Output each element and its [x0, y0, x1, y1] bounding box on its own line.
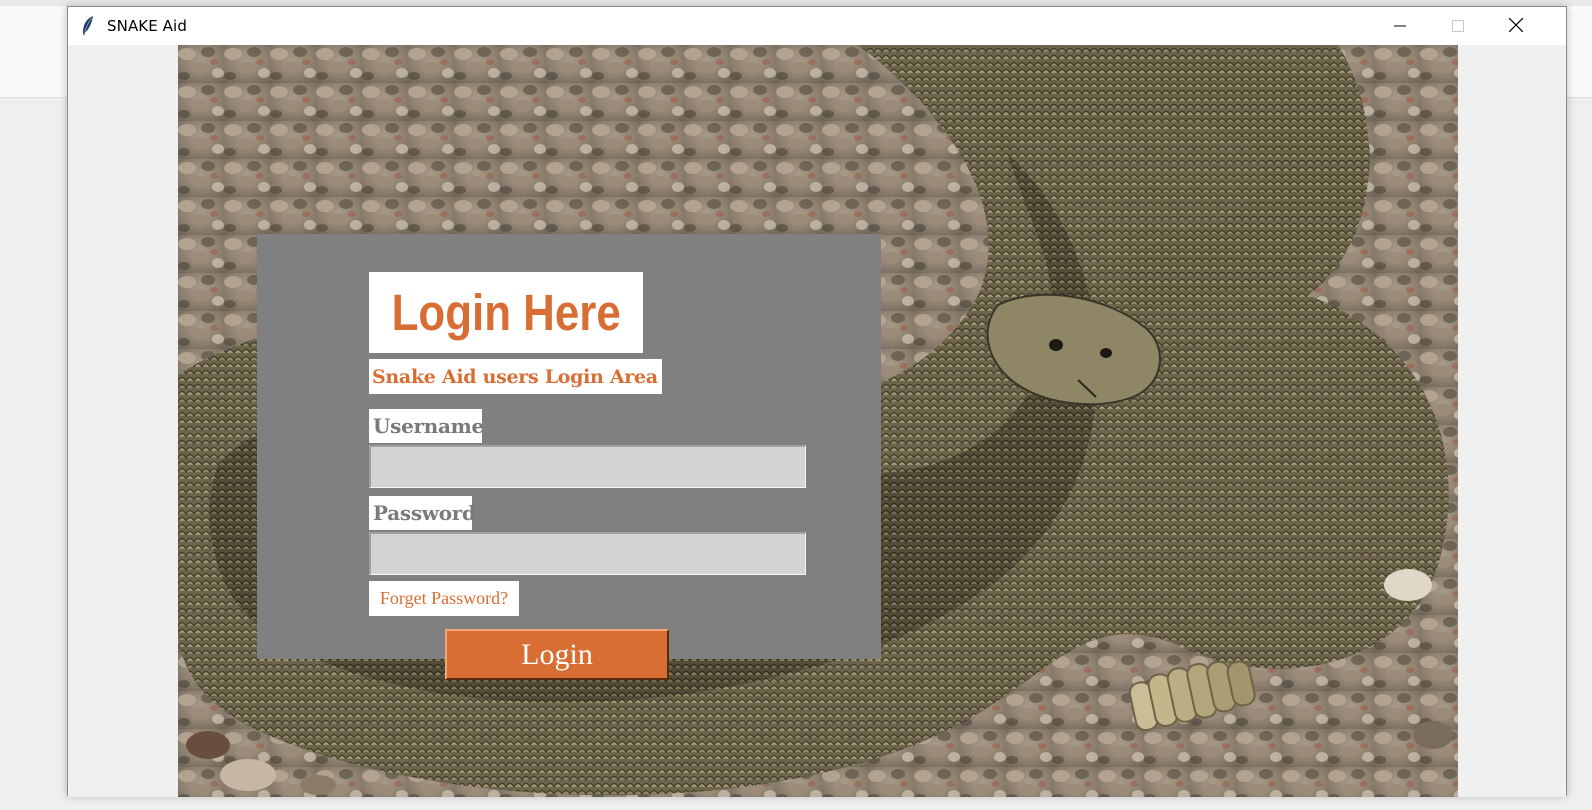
- password-label: Password: [373, 501, 476, 525]
- window-content: Login Here Snake Aid users Login Area Us…: [68, 45, 1566, 797]
- forgot-password-text: Forget Password?: [379, 588, 509, 608]
- rattlesnake-photo: Login Here Snake Aid users Login Area Us…: [178, 45, 1458, 797]
- feather-icon: [80, 15, 96, 37]
- minimize-icon: [1394, 17, 1406, 36]
- login-subheading-box: Snake Aid users Login Area: [369, 359, 662, 394]
- login-heading: Login Here: [391, 284, 621, 341]
- app-window: SNAKE Aid Login Here Snake Aid users Log…: [67, 6, 1567, 797]
- forgot-password-link[interactable]: Forget Password?: [369, 581, 519, 616]
- login-panel: Login Here Snake Aid users Login Area Us…: [257, 234, 881, 680]
- login-button[interactable]: Login: [445, 629, 669, 680]
- maximize-button[interactable]: [1429, 7, 1487, 45]
- window-title: SNAKE Aid: [107, 17, 187, 35]
- minimize-button[interactable]: [1371, 7, 1429, 45]
- login-button-label: Login: [521, 637, 593, 671]
- maximize-icon: [1452, 17, 1464, 36]
- close-icon: [1508, 17, 1524, 36]
- username-label: Username: [373, 414, 484, 438]
- password-field[interactable]: [369, 532, 806, 575]
- username-field[interactable]: [369, 445, 806, 488]
- close-button[interactable]: [1487, 7, 1545, 45]
- login-subheading: Snake Aid users Login Area: [372, 365, 658, 388]
- login-heading-box: Login Here: [369, 272, 643, 353]
- username-label-box: Username: [369, 409, 484, 443]
- title-bar[interactable]: SNAKE Aid: [68, 7, 1566, 45]
- password-label-box: Password: [369, 496, 476, 530]
